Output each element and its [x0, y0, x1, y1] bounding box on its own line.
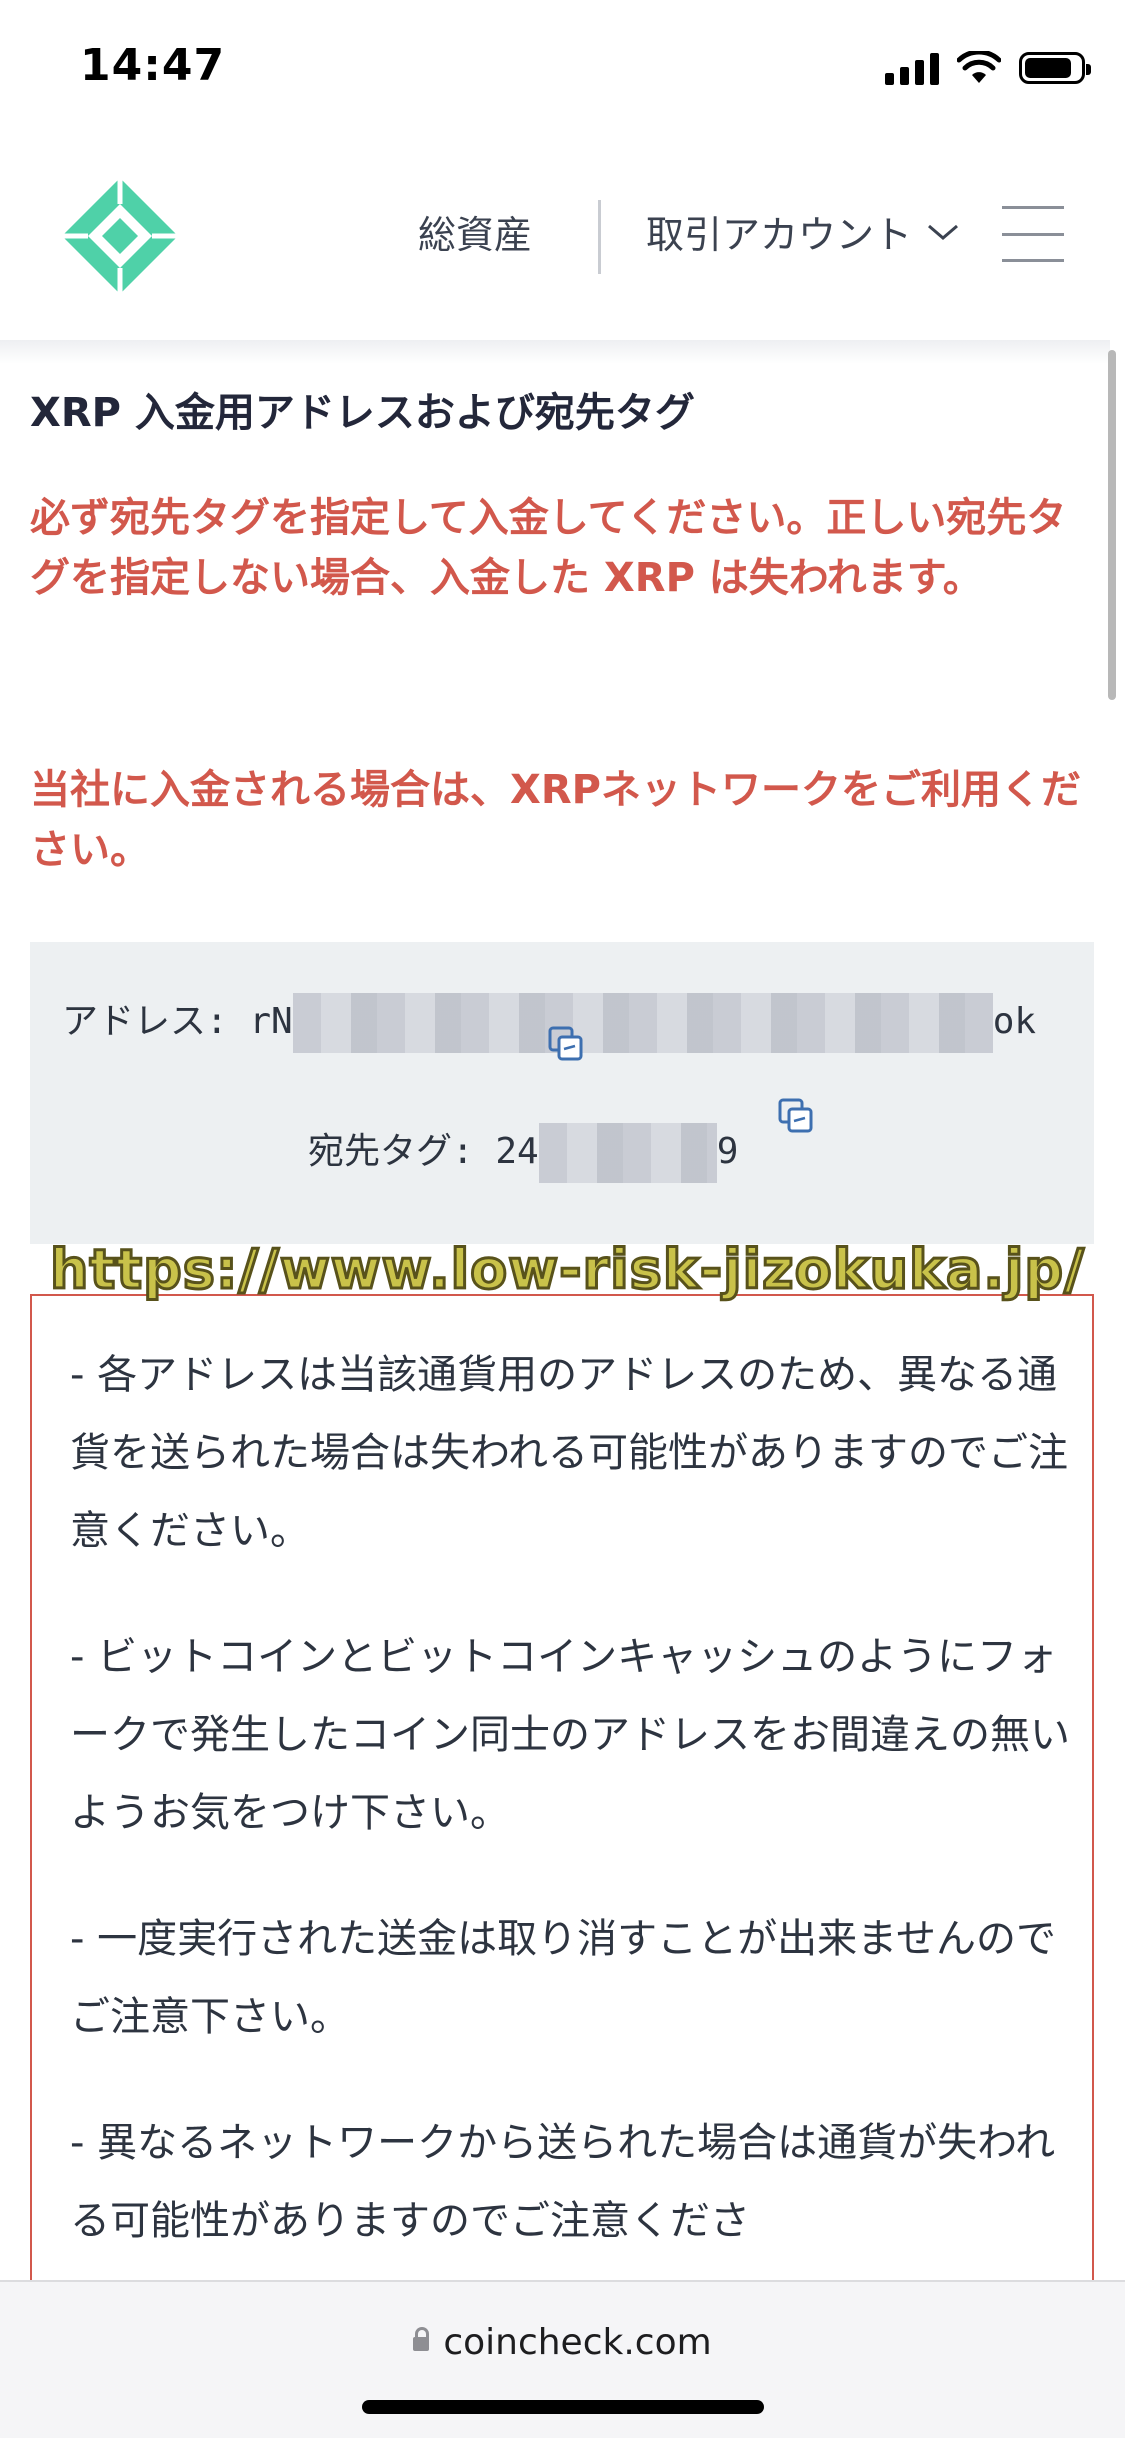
url-display[interactable]: coincheck.com — [0, 2322, 1125, 2363]
battery-level — [1025, 58, 1071, 78]
tag-suffix: 9 — [716, 1131, 739, 1172]
notice-item: - ビットコインとビットコインキャッシュのようにフォークで発生したコイン同士のア… — [70, 1634, 1070, 1836]
page-title: XRP 入金用アドレスおよび宛先タグ — [30, 390, 695, 436]
app-header: 総資産 取引アカウント — [0, 140, 1125, 340]
browser-address-bar[interactable]: coincheck.com — [0, 2280, 1125, 2438]
lock-icon — [413, 2327, 430, 2351]
deposit-content[interactable]: XRP 入金用アドレスおよび宛先タグ 必ず宛先タグを指定して入金してください。正… — [0, 340, 1110, 2280]
cellular-signal-icon — [885, 51, 939, 85]
home-indicator[interactable] — [362, 2400, 764, 2414]
tag-label: 宛先タグ: — [308, 1131, 474, 1172]
destination-tag: 宛先タグ: 24 9 — [308, 1122, 738, 1183]
status-time: 14:47 — [80, 40, 226, 91]
nav-trading-account[interactable]: 取引アカウント — [646, 204, 960, 259]
battery-icon — [1019, 52, 1091, 84]
address-redacted — [292, 993, 993, 1053]
scrollbar[interactable] — [1108, 350, 1116, 700]
network-warning: 当社に入金される場合は、XRPネットワークをご利用ください。 — [30, 767, 1081, 873]
notice-item: - 異なるネットワークから送られた場合は通貨が失われる可能性がありますのでご注意… — [70, 2120, 1056, 2244]
nav-total-assets[interactable]: 総資産 — [418, 204, 532, 259]
status-bar: 14:47 — [0, 0, 1125, 140]
coincheck-logo-icon[interactable] — [58, 174, 182, 298]
status-icons — [885, 48, 1091, 88]
hamburger-menu-icon[interactable] — [1002, 206, 1064, 262]
address-label: アドレス: — [62, 1001, 228, 1042]
nav-trading-account-label: 取引アカウント — [646, 213, 913, 257]
url-text: coincheck.com — [443, 2322, 712, 2363]
address-prefix: rN — [249, 1001, 293, 1042]
address-box: アドレス: rN ok 宛先タグ: 24 9 — [30, 942, 1094, 1244]
nav-divider — [598, 200, 601, 274]
wifi-icon — [957, 51, 1001, 83]
copy-address-icon[interactable] — [546, 1024, 586, 1064]
watermark-url: https://www.low-risk-jizokuka.jp/ — [49, 1237, 1086, 1303]
content-shade — [0, 340, 1110, 364]
notice-item: - 一度実行された送金は取り消すことが出来ませんのでご注意下さい。 — [70, 1916, 1056, 2040]
address-suffix: ok — [992, 1001, 1037, 1042]
notice-box: - 各アドレスは当該通貨用のアドレスのため、異なる通貨を送られた場合は失われる可… — [30, 1294, 1094, 2280]
tag-redacted — [538, 1123, 717, 1183]
copy-tag-icon[interactable] — [776, 1096, 816, 1136]
notice-item: - 各アドレスは当該通貨用のアドレスのため、異なる通貨を送られた場合は失われる可… — [70, 1352, 1068, 1554]
chevron-down-icon — [928, 224, 958, 240]
tag-prefix: 24 — [495, 1131, 539, 1172]
destination-tag-warning: 必ず宛先タグを指定して入金してください。正しい宛先タグを指定しない場合、入金した… — [30, 495, 1067, 601]
